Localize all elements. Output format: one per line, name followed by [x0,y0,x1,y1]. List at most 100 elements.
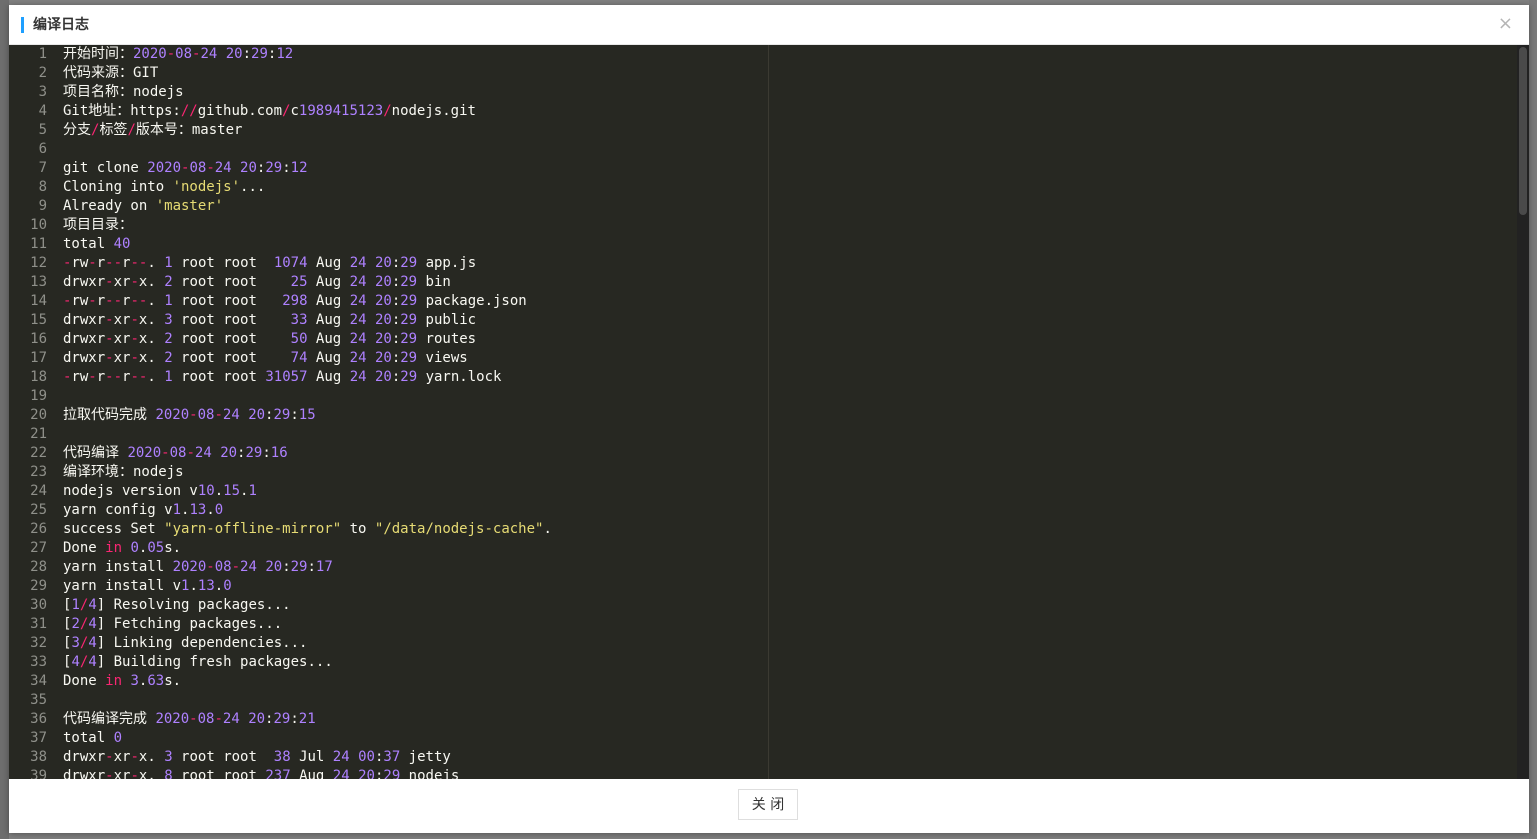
line-text: -rw-r--r--. 1 root root 31057 Aug 24 20:… [63,369,502,385]
line-text: drwxr-xr-x. 3 root root 38 Jul 24 00:37 … [63,749,451,765]
log-line: 4 Git地址：https://github.com/c1989415123/no… [9,102,1517,121]
line-number: 9 [38,198,47,214]
line-number: 11 [30,236,47,252]
log-line: 39 drwxr-xr-x. 8 root root 237 Aug 24 20:… [9,767,1517,779]
line-text: 分支/标签/版本号：master [63,122,243,138]
line-number: 38 [30,749,47,765]
line-number: 17 [30,350,47,366]
line-text: 代码来源：GIT [63,65,159,81]
log-line: 25 yarn config v1.13.0 [9,501,1517,520]
line-number: 25 [30,502,47,518]
log-line: 14 -rw-r--r--. 1 root root 298 Aug 24 20:… [9,292,1517,311]
log-line: 17 drwxr-xr-x. 2 root root 74 Aug 24 20:2… [9,349,1517,368]
line-text: Already on 'master' [63,198,224,214]
log-line: 5 分支/标签/版本号：master [9,121,1517,140]
line-number: 18 [30,369,47,385]
line-text: Done in 0.05s. [63,540,182,556]
line-text: yarn install v1.13.0 [63,578,232,594]
line-text: -rw-r--r--. 1 root root 298 Aug 24 20:29… [63,293,527,309]
log-line: 6 [9,140,1517,159]
build-log-dialog: 编译日志 × 1 开始时间：2020-08-24 20:29:12 2 代码来源：GI… [9,5,1529,833]
close-button[interactable]: 关 闭 [738,789,798,820]
close-icon[interactable]: × [1498,14,1513,34]
line-number: 7 [38,160,47,176]
line-text: 代码编译 2020-08-24 20:29:16 [63,445,288,461]
log-line: 10 项目目录： [9,216,1517,235]
line-text: total 0 [63,730,123,746]
title-accent-bar [21,17,24,33]
dialog-title: 编译日志 [33,17,89,33]
log-line: 28 yarn install 2020-08-24 20:29:17 [9,558,1517,577]
line-text: drwxr-xr-x. 2 root root 74 Aug 24 20:29 … [63,350,468,366]
log-line: 12 -rw-r--r--. 1 root root 1074 Aug 24 20… [9,254,1517,273]
line-number: 35 [30,692,47,708]
line-number: 21 [30,426,47,442]
log-line: 31 [2/4] Fetching packages... [9,615,1517,634]
log-line: 29 yarn install v1.13.0 [9,577,1517,596]
line-text: git clone 2020-08-24 20:29:12 [63,160,308,176]
line-number: 33 [30,654,47,670]
log-line: 33 [4/4] Building fresh packages... [9,653,1517,672]
log-line: 13 drwxr-xr-x. 2 root root 25 Aug 24 20:2… [9,273,1517,292]
line-number: 22 [30,445,47,461]
line-number: 5 [38,122,47,138]
log-line: 20 拉取代码完成 2020-08-24 20:29:15 [9,406,1517,425]
line-text: 项目目录： [63,217,133,233]
log-line: 26 success Set "yarn-offline-mirror" to "… [9,520,1517,539]
line-number: 34 [30,673,47,689]
scrollbar-thumb[interactable] [1519,47,1527,215]
line-number: 36 [30,711,47,727]
line-number: 8 [38,179,47,195]
log-line: 35 [9,691,1517,710]
log-line: 23 编译环境：nodejs [9,463,1517,482]
line-text: success Set "yarn-offline-mirror" to "/d… [63,521,552,537]
line-text: 拉取代码完成 2020-08-24 20:29:15 [63,407,316,423]
log-line: 19 [9,387,1517,406]
line-number: 32 [30,635,47,651]
line-text: 开始时间：2020-08-24 20:29:12 [63,46,294,62]
line-text: drwxr-xr-x. 3 root root 33 Aug 24 20:29 … [63,312,477,328]
line-number: 28 [30,559,47,575]
line-number: 19 [30,388,47,404]
line-number: 16 [30,331,47,347]
line-text: Cloning into 'nodejs'... [63,179,266,195]
log-line: 1 开始时间：2020-08-24 20:29:12 [9,45,1517,64]
log-line: 2 代码来源：GIT [9,64,1517,83]
line-number: 3 [38,84,47,100]
line-number: 4 [38,103,47,119]
line-number: 37 [30,730,47,746]
line-number: 13 [30,274,47,290]
line-text: 项目名称：nodejs [63,84,184,100]
line-number: 20 [30,407,47,423]
log-line: 30 [1/4] Resolving packages... [9,596,1517,615]
line-number: 30 [30,597,47,613]
line-text: [1/4] Resolving packages... [63,597,291,613]
log-line: 38 drwxr-xr-x. 3 root root 38 Jul 24 00:3… [9,748,1517,767]
line-number: 1 [38,46,47,62]
page-backdrop-left [0,0,9,839]
log-line: 24 nodejs version v10.15.1 [9,482,1517,501]
line-text: yarn config v1.13.0 [63,502,224,518]
line-text: -rw-r--r--. 1 root root 1074 Aug 24 20:2… [63,255,477,271]
dialog-footer: 关 闭 [9,779,1529,833]
vertical-scrollbar[interactable] [1517,45,1529,779]
log-line: 37 total 0 [9,729,1517,748]
line-text: Done in 3.63s. [63,673,182,689]
log-line: 22 代码编译 2020-08-24 20:29:16 [9,444,1517,463]
line-number: 6 [38,141,47,157]
log-line: 32 [3/4] Linking dependencies... [9,634,1517,653]
dialog-header: 编译日志 × [9,5,1529,45]
log-editor[interactable]: 1 开始时间：2020-08-24 20:29:12 2 代码来源：GIT 3 项目名称：… [9,45,1529,779]
page-backdrop-right [1529,0,1537,839]
line-number: 10 [30,217,47,233]
line-number: 14 [30,293,47,309]
line-number: 12 [30,255,47,271]
log-line: 9 Already on 'master' [9,197,1517,216]
log-line: 18 -rw-r--r--. 1 root root 31057 Aug 24 2… [9,368,1517,387]
line-number: 24 [30,483,47,499]
log-line: 8 Cloning into 'nodejs'... [9,178,1517,197]
line-text: [4/4] Building fresh packages... [63,654,333,670]
log-line: 11 total 40 [9,235,1517,254]
line-text: 编译环境：nodejs [63,464,184,480]
line-number: 27 [30,540,47,556]
